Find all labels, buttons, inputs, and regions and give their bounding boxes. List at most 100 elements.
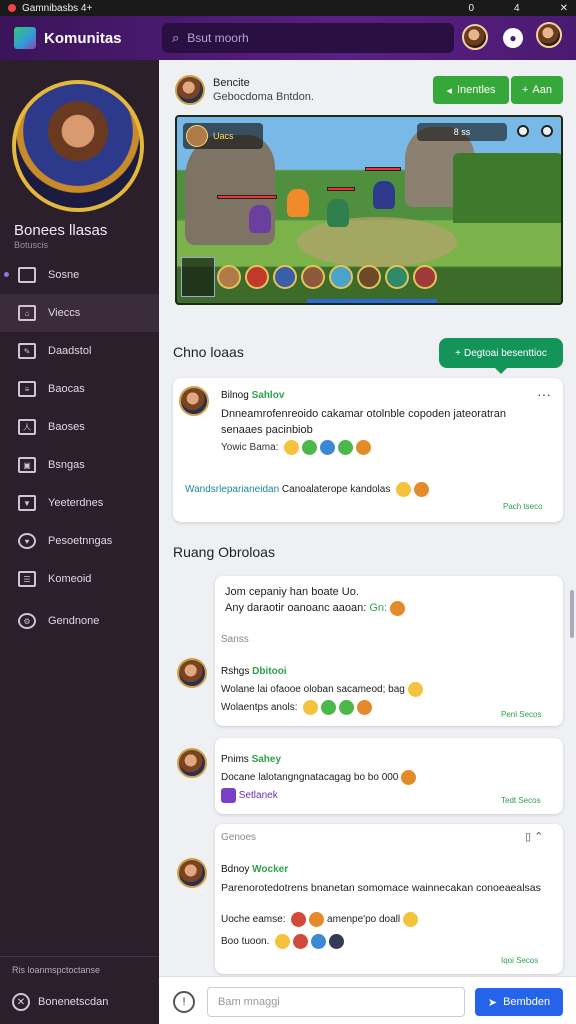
emoji-leaf-icon[interactable] — [302, 440, 318, 455]
emoji-smile-icon[interactable] — [407, 682, 423, 697]
settings-icon[interactable]: ● — [503, 28, 523, 48]
plus-icon: + — [521, 84, 529, 96]
post-author: Bencite — [213, 77, 250, 89]
close-icon[interactable]: ✕ — [560, 3, 568, 14]
reactions-label: Uoche eamse: — [221, 914, 286, 926]
emoji-fire-icon[interactable] — [414, 482, 430, 497]
comment-link-tail: Canoalaterope kandolas — [281, 484, 391, 496]
sidebar-item-8[interactable]: ☰ Komeoid — [0, 560, 159, 598]
emoji-fire-icon[interactable] — [390, 600, 406, 616]
hero-portrait-icon[interactable] — [413, 265, 437, 289]
comment-card: Bilnog Sahlov ··· Dnneamrofenreoido caka… — [173, 378, 563, 522]
comment-link[interactable]: Wandsrleparianeidan — [185, 484, 279, 495]
sidebar-footer-label: Bonenetscdan — [38, 996, 109, 1008]
emoji-globe-icon[interactable] — [320, 440, 336, 455]
emoji-moon-icon[interactable] — [329, 934, 345, 949]
sidebar-item-label: Baoses — [48, 421, 85, 433]
chat-button[interactable]: + Degtoai besenttioc — [439, 338, 563, 374]
emoji-smile-icon[interactable] — [275, 934, 291, 949]
hero-portrait-icon[interactable] — [385, 265, 409, 289]
hero-portrait-icon[interactable] — [245, 265, 269, 289]
emoji-fire-icon[interactable] — [309, 912, 325, 927]
search-placeholder: Bsut moorh — [187, 31, 249, 45]
sidebar-item-2[interactable]: ✎ Daadstol — [0, 332, 159, 370]
emoji-smile-icon[interactable] — [284, 440, 300, 455]
sidebar-item-6[interactable]: ▼ Yeeterdnes — [0, 484, 159, 522]
hero-portrait-icon[interactable] — [357, 265, 381, 289]
minimap[interactable] — [181, 257, 215, 297]
sidebar-item-5[interactable]: ▣ Bsngas — [0, 446, 159, 484]
sidebar-item-label: Daadstol — [48, 345, 92, 357]
send-label: Bembden — [503, 996, 551, 1008]
sidebar-item-4[interactable]: 人 Baoses — [0, 408, 159, 446]
sidebar: Bonees llasas Botuscis Sosne ⌂ Vieccs ✎ Da… — [0, 60, 159, 1024]
game-screenshot[interactable]: Uacs 8 ss — [175, 115, 563, 305]
emoji-fire-icon[interactable] — [401, 770, 417, 785]
hero-portrait-icon[interactable] — [273, 265, 297, 289]
post-author-avatar[interactable] — [175, 75, 205, 105]
commenter-avatar[interactable] — [177, 858, 207, 888]
emoji-leaf-icon[interactable] — [321, 700, 337, 715]
commenter-name: Pnims — [221, 754, 249, 765]
add-button[interactable]: + Aan — [511, 76, 563, 104]
thread-tag: Gn: — [369, 602, 388, 614]
profile-avatar-large[interactable] — [12, 80, 144, 212]
sidebar-item-0[interactable]: Sosne — [0, 256, 159, 294]
record-icon — [8, 4, 16, 12]
emoji-fire-icon[interactable] — [291, 912, 307, 927]
message-input[interactable]: Bam mnaggi — [207, 987, 465, 1017]
thread-line-1: Jom cepaniy han boate Uo. — [225, 586, 359, 598]
reply-link[interactable]: Penl Secos — [501, 710, 541, 719]
sidebar-item-9[interactable]: ⚙ Gendnone — [0, 602, 159, 640]
reply-link[interactable]: Iqoi Secos — [501, 956, 538, 965]
emoji-smile-icon[interactable] — [403, 912, 419, 927]
gear-icon: ⚙ — [18, 613, 36, 629]
comment-badge[interactable]: Setlanek — [239, 790, 278, 801]
house-icon: ⌂ — [18, 305, 36, 321]
hero-portrait-icon[interactable] — [217, 265, 241, 289]
emoji-smile-icon[interactable] — [396, 482, 412, 497]
scrollbar-thumb[interactable] — [570, 590, 574, 638]
expand-icon[interactable]: ▯ ⌃ — [525, 830, 543, 843]
emoji-smile-icon[interactable] — [303, 700, 319, 715]
comment-text: Parenorotedotrens bnanetan somomace wain… — [221, 882, 541, 894]
person-icon: 人 — [18, 419, 36, 435]
commenter-avatar[interactable] — [179, 386, 209, 416]
emoji-globe-icon[interactable] — [311, 934, 327, 949]
avatar[interactable] — [462, 24, 488, 50]
search-icon: ⌕ — [172, 30, 180, 45]
sidebar-item-1[interactable]: ⌂ Vieccs — [0, 294, 159, 332]
reply-link[interactable]: Tedt Secos — [501, 796, 541, 805]
send-button[interactable]: ➤ Bembden — [475, 988, 563, 1016]
hud-score: 8 ss — [417, 123, 507, 141]
comment-card: Pnims Sahey Docane lalotangngnatacagag b… — [215, 738, 563, 814]
emoji-leaf-icon[interactable] — [338, 440, 354, 455]
search-input[interactable]: ⌕ Bsut moorh — [162, 23, 454, 53]
status-title: Gamnibasbs 4+ — [22, 2, 93, 14]
sidebar-item-7[interactable]: ♥ Pesoetnngas — [0, 522, 159, 560]
sidebar-footer-link[interactable]: ✕ Bonenetscdan — [12, 993, 147, 1011]
commenter-handle: Sahlov — [251, 390, 285, 401]
hero-unit — [373, 181, 395, 209]
hero-portrait-icon[interactable] — [329, 265, 353, 289]
sidebar-item-label: Komeoid — [48, 573, 92, 585]
more-options-icon[interactable]: ··· — [537, 386, 551, 402]
emoji-fire-icon[interactable] — [357, 700, 373, 715]
sidebar-item-3[interactable]: ≡ Baocas — [0, 370, 159, 408]
sidebar-footer: Ris loanmspctoctanse ✕ Bonenetscdan — [0, 956, 159, 1019]
emoji-fire-icon[interactable] — [356, 440, 372, 455]
emoji-fire-icon[interactable] — [293, 934, 309, 949]
reply-link[interactable]: Pach tseco — [503, 502, 543, 511]
sidebar-item-label: Sosne — [48, 269, 80, 281]
hero-portrait-icon[interactable] — [301, 265, 325, 289]
follow-button[interactable]: ◂ Inentles — [433, 76, 509, 104]
comment-label: Genoes — [221, 832, 257, 843]
commenter-avatar[interactable] — [177, 748, 207, 778]
commenter-avatar[interactable] — [177, 658, 207, 688]
profile-name: Bonees llasas — [14, 222, 108, 239]
gallery-icon: ▣ — [18, 457, 36, 473]
emoji-leaf-icon[interactable] — [339, 700, 355, 715]
list-icon: ☰ — [18, 571, 36, 587]
info-icon[interactable]: ! — [173, 991, 195, 1013]
profile-avatar[interactable] — [536, 22, 562, 48]
